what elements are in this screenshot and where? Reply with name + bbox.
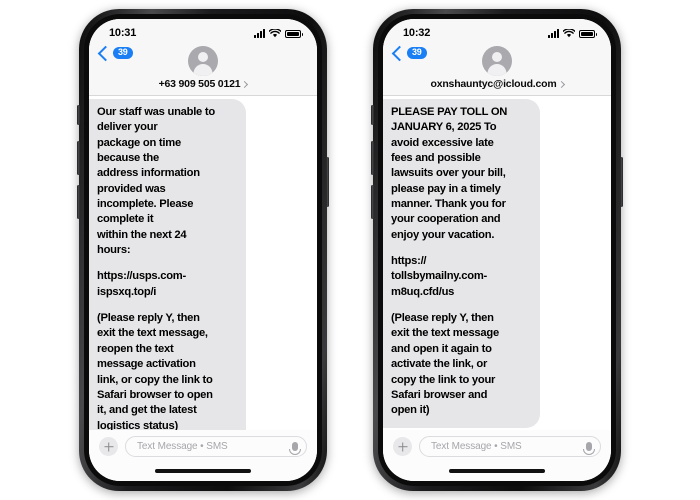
battery-full-icon [285, 29, 303, 38]
plus-icon[interactable] [393, 437, 412, 456]
screenshot-stage: 10:31 39 +63 909 505 0121 Our staff was … [0, 0, 700, 500]
chevron-left-icon [97, 45, 114, 61]
status-bar-left: 10:31 [89, 19, 317, 45]
back-button-left[interactable]: 39 [97, 45, 133, 61]
message-input-field[interactable]: Text Message • SMS [125, 436, 307, 457]
home-indicator[interactable] [155, 469, 251, 473]
message-bubble-incoming[interactable]: PLEASE PAY TOLL ON JANUARY 6, 2025 To av… [383, 99, 540, 428]
silent-switch-left[interactable] [77, 105, 80, 125]
volume-up-button-left[interactable] [77, 141, 80, 175]
volume-down-button-left[interactable] [77, 185, 80, 219]
unread-count-badge: 39 [407, 47, 427, 59]
home-indicator[interactable] [449, 469, 545, 473]
contact-name-row[interactable]: oxnshauntyc@icloud.com [430, 78, 565, 90]
home-indicator-area-left [89, 461, 317, 481]
microphone-icon[interactable] [292, 442, 298, 451]
message-input-placeholder: Text Message • SMS [431, 441, 522, 452]
phone-device-right: 10:32 39 oxnshauntyc@icloud.com PLEASE P… [371, 9, 623, 491]
conversation-header-right: 39 oxnshauntyc@icloud.com [383, 45, 611, 96]
microphone-icon[interactable] [586, 442, 592, 451]
message-input-field[interactable]: Text Message • SMS [419, 436, 601, 457]
unread-count-badge: 39 [113, 47, 133, 59]
message-link-paragraph[interactable]: https:// tollsbymailny.com- m8uq.cfd/us [391, 254, 526, 300]
contact-avatar-icon [188, 46, 218, 76]
message-paragraph: PLEASE PAY TOLL ON JANUARY 6, 2025 To av… [391, 106, 508, 241]
battery-full-icon [579, 29, 597, 38]
wifi-icon [563, 28, 575, 37]
message-instructions-paragraph: (Please reply Y, then exit the text mess… [391, 312, 499, 417]
wifi-icon [269, 28, 281, 37]
volume-up-button-right[interactable] [371, 141, 374, 175]
back-button-right[interactable]: 39 [391, 45, 427, 61]
cellular-bars-icon [254, 28, 265, 38]
status-bar-right: 10:32 [383, 19, 611, 45]
message-thread-left[interactable]: Our staff was unable to deliver your pac… [89, 96, 317, 430]
message-composer-left: Text Message • SMS [89, 430, 317, 461]
home-indicator-area-right [383, 461, 611, 481]
plus-icon[interactable] [99, 437, 118, 456]
contact-name: oxnshauntyc@icloud.com [430, 78, 557, 90]
volume-down-button-right[interactable] [371, 185, 374, 219]
status-icon-group [548, 28, 597, 38]
status-clock: 10:31 [109, 27, 137, 39]
message-input-placeholder: Text Message • SMS [137, 441, 228, 452]
phone-screen-right: 10:32 39 oxnshauntyc@icloud.com PLEASE P… [383, 19, 611, 481]
silent-switch-right[interactable] [371, 105, 374, 125]
contact-name: +63 909 505 0121 [158, 78, 241, 90]
chevron-left-icon [391, 45, 408, 61]
message-thread-right[interactable]: PLEASE PAY TOLL ON JANUARY 6, 2025 To av… [383, 96, 611, 430]
phone-screen-left: 10:31 39 +63 909 505 0121 Our staff was … [89, 19, 317, 481]
message-instructions-paragraph: (Please reply Y, then exit the text mess… [97, 312, 213, 430]
message-composer-right: Text Message • SMS [383, 430, 611, 461]
message-bubble-incoming[interactable]: Our staff was unable to deliver your pac… [89, 99, 246, 430]
power-button-right[interactable] [620, 157, 623, 207]
message-link-paragraph[interactable]: https://usps.com- ispsxq.top/i [97, 269, 232, 300]
chevron-right-icon [557, 80, 565, 88]
contact-avatar-icon [482, 46, 512, 76]
contact-name-row[interactable]: +63 909 505 0121 [158, 78, 249, 90]
power-button-left[interactable] [326, 157, 329, 207]
phone-device-left: 10:31 39 +63 909 505 0121 Our staff was … [77, 9, 329, 491]
status-clock: 10:32 [403, 27, 431, 39]
message-paragraph: Our staff was unable to deliver your pac… [97, 106, 215, 257]
status-icon-group [254, 28, 303, 38]
chevron-right-icon [241, 80, 249, 88]
conversation-header-left: 39 +63 909 505 0121 [89, 45, 317, 96]
cellular-bars-icon [548, 28, 559, 38]
